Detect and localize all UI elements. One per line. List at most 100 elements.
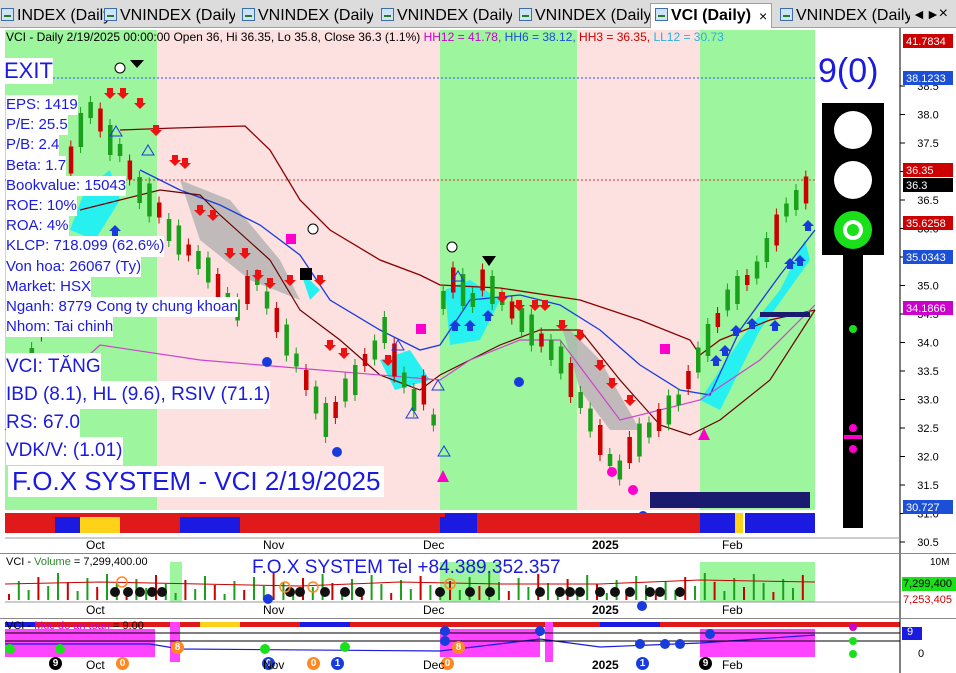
tab-vnindex-daily-5[interactable]: VNINDEX (Daily)	[776, 4, 910, 27]
chart-tab-icon	[381, 8, 394, 21]
candle	[637, 423, 642, 457]
volume-pane[interactable]: VCI - Volume = 7,299,400.00 F.O.X SYSTEM…	[0, 553, 956, 619]
candle	[725, 289, 730, 311]
volume-bar	[213, 585, 216, 600]
candle	[715, 313, 721, 327]
candle	[402, 372, 407, 388]
tab-label: VNINDEX (Daily)	[258, 6, 373, 24]
volume-dot	[575, 587, 585, 597]
safety-tick-zero: 0	[918, 648, 925, 660]
candle	[647, 422, 652, 438]
safety-dot	[55, 644, 65, 654]
candle	[627, 437, 632, 463]
price-tick-label: 32.5	[917, 423, 938, 435]
x-label-dec: Dec	[423, 603, 445, 617]
tab-label: VNINDEX (Daily)	[120, 6, 235, 24]
volume-dot	[123, 587, 133, 597]
volume-bar	[792, 588, 794, 600]
green-zone	[440, 30, 577, 510]
volume-bar	[517, 578, 520, 600]
price-axis: 38.538.037.537.036.536.035.535.034.534.0…	[900, 34, 953, 549]
safety-badge: 9	[699, 657, 712, 670]
volume-bar	[8, 594, 10, 600]
volume-bar	[86, 578, 89, 600]
volume-bar	[458, 590, 461, 600]
volume-bar	[498, 582, 500, 600]
tab-vci-daily[interactable]: VCI (Daily) ×	[650, 3, 772, 28]
x-label-oct: Oct	[86, 603, 105, 617]
tab-scroll-left-icon[interactable]: ◄	[912, 6, 926, 22]
chart-tab-icon	[1, 8, 14, 21]
fundamental-item: Von hoa: 26067 (Ty)	[6, 256, 142, 277]
volume-dot	[465, 587, 475, 597]
price-level-label: 36.35	[906, 165, 934, 177]
fundamental-item: KLCP: 718.099 (62.6%)	[6, 236, 165, 257]
fundamental-item: Bookvalue: 15043	[6, 175, 127, 197]
volume-bar	[331, 583, 334, 600]
safety-dot	[635, 639, 645, 649]
magenta-square	[416, 324, 426, 334]
safety-dot	[340, 642, 350, 652]
price-tick-label: 34.0	[917, 338, 938, 350]
candle	[274, 308, 280, 332]
volume-dot	[655, 587, 665, 597]
volume-bar	[605, 593, 608, 600]
candle	[735, 276, 740, 304]
light-middle	[834, 161, 872, 199]
volume-dot	[157, 587, 167, 597]
tab-bar: INDEX (Daily) VNINDEX (Daily) VNINDEX (D…	[0, 0, 956, 28]
price-level-label: 35.6258	[906, 218, 946, 230]
window-close-icon[interactable]: ×	[939, 5, 948, 23]
candle	[490, 276, 495, 304]
volume-bar	[380, 584, 383, 600]
candle	[480, 269, 485, 291]
volume-bar	[547, 583, 549, 600]
candle	[578, 392, 583, 408]
volume-title: VCI - Volume = 7,299,400.00	[6, 556, 148, 568]
safety-dot	[675, 639, 685, 649]
tab-label: VCI (Daily)	[671, 7, 752, 24]
support-bar	[650, 492, 810, 508]
candle	[803, 176, 809, 204]
volume-bar	[801, 575, 804, 600]
tab-vnindex-daily-3[interactable]: VNINDEX (Daily)	[377, 4, 512, 27]
volume-bar	[351, 579, 353, 600]
volume-bar	[233, 581, 236, 600]
volume-dot	[135, 587, 145, 597]
candle	[558, 346, 564, 374]
volume-dot	[355, 587, 365, 597]
x-label-feb: Feb	[722, 603, 743, 617]
price-pane[interactable]: 38.538.037.537.036.536.035.535.034.534.0…	[0, 28, 956, 553]
candle	[588, 408, 593, 432]
candle	[411, 389, 417, 411]
volume-bar	[449, 581, 451, 600]
candle	[764, 238, 770, 262]
tab-vnindex-daily-1[interactable]: VNINDEX (Daily)	[100, 4, 235, 27]
fundamental-item: Market: HSX	[6, 276, 92, 298]
hh12-text: HH12 = 41.78,	[423, 30, 505, 44]
candle	[333, 402, 338, 418]
safety-pane[interactable]: VCI - Muc do an toan = 9.00 9 0 90800108…	[0, 618, 956, 673]
x-label-2025: 2025	[592, 658, 619, 672]
price-level-label: 35.0343	[906, 252, 946, 264]
candle	[451, 267, 456, 293]
volume-bar	[527, 587, 530, 600]
tab-index-daily[interactable]: INDEX (Daily)	[0, 4, 109, 27]
price-tick-label: 32.0	[917, 452, 938, 464]
tab-vnindex-daily-4[interactable]: VNINDEX (Daily)	[515, 4, 650, 27]
contact-label: F.O.X SYSTEM Tel +84.389.352.357	[252, 557, 561, 578]
candle	[431, 414, 436, 426]
volume-bar	[66, 582, 69, 600]
safety-badge: 8	[171, 641, 184, 654]
volume-bar	[37, 577, 40, 600]
candle	[470, 293, 476, 307]
exit-signal: EXIT	[4, 58, 53, 84]
volume-bar	[723, 591, 726, 600]
volume-bar	[174, 593, 177, 600]
safety-dot	[440, 626, 450, 636]
magenta-square	[660, 344, 670, 354]
candle	[784, 203, 789, 217]
tab-close-icon[interactable]: ×	[759, 8, 767, 24]
volume-dot	[340, 587, 350, 597]
tab-vnindex-daily-2[interactable]: VNINDEX (Daily)	[238, 4, 373, 27]
